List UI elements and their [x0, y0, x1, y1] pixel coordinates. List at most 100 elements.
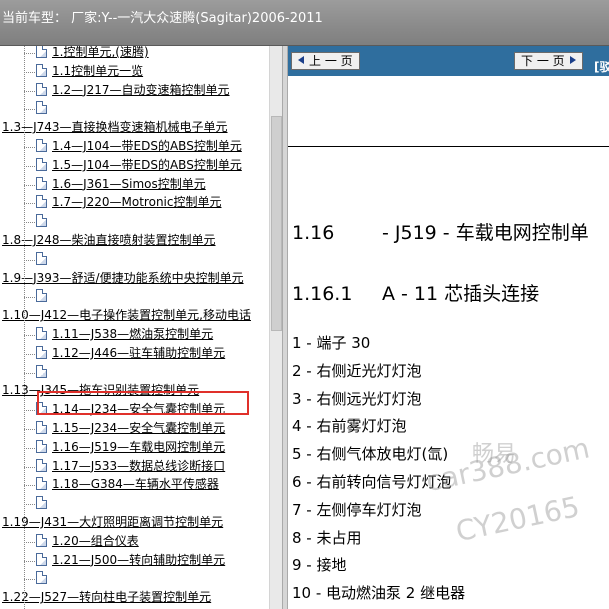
tree-item-label: 1.20—组合仪表 [52, 533, 139, 548]
tree-folder-label: 1.10—J412—电子操作装置控制单元,移动电话 [2, 308, 251, 323]
tree-item[interactable]: 1.12—J446—驻车辅助控制单元 [36, 344, 225, 363]
tree-guide-line [24, 372, 35, 374]
tree-item[interactable]: 1.7—J220—Motronic控制单元 [36, 193, 221, 212]
subsection-heading: 1.16.1 A - 11 芯插头连接 [292, 279, 539, 306]
vehicle-title: 当前车型： 厂家:Y--一汽大众速腾(Sagitar)2006-2011 [2, 11, 323, 26]
tree-scrollbar[interactable] [269, 46, 282, 609]
tree-item[interactable] [36, 363, 52, 382]
pin-item: 2 - 右侧近光灯灯泡 [292, 361, 422, 380]
tree-folder-label: 1.9—J393—舒适/便捷功能系统中央控制单元 [2, 270, 244, 285]
next-page-button[interactable]: 下 一 页 [514, 52, 583, 70]
tree-folder[interactable]: 1.10—J412—电子操作装置控制单元,移动电话 [2, 306, 251, 325]
tree-item[interactable]: 1.21—J500—转向辅助控制单元 [36, 551, 225, 570]
pin-item: 1 - 端子 30 [292, 334, 371, 352]
tree-item-label: 1.7—J220—Motronic控制单元 [52, 195, 222, 210]
document-icon [36, 157, 47, 171]
document-icon [36, 63, 47, 77]
pin-item: 10 - 电动燃油泵 2 继电器 [292, 584, 466, 603]
tree-folder[interactable]: 1.3—J743—直接换档变速箱机械电子单元 [2, 118, 228, 137]
document-icon [36, 289, 47, 303]
document-icon [36, 496, 47, 510]
tree-guide-line [24, 184, 35, 186]
arrow-right-icon [569, 56, 576, 64]
nav-extra-link[interactable]: [驳 [594, 58, 609, 75]
tree-item[interactable]: 1.1控制单元一览 [36, 62, 143, 81]
tree-guide-line [24, 504, 35, 506]
document-icon [36, 251, 47, 265]
document-icon [36, 195, 47, 209]
tree-item[interactable] [36, 212, 52, 231]
tree-guide-line [24, 53, 35, 54]
tree-guide-line [24, 429, 35, 430]
document-icon [36, 101, 47, 115]
section-divider [288, 146, 609, 147]
tree-item-label: 1.17—J533—数据总线诊断接口 [52, 458, 226, 473]
tree-item[interactable]: 1.4—J104—带EDS的ABS控制单元 [36, 137, 242, 156]
document-panel: 上 一 页 下 一 页 [驳 1.16 - J519 - 车载电网控制单 1.16… [288, 46, 609, 609]
section-number: 1.16 [292, 222, 335, 244]
prev-page-button[interactable]: 上 一 页 [291, 52, 360, 70]
tree-guide-line [24, 259, 35, 261]
tree-guide-line [24, 203, 35, 205]
document-icon [36, 345, 47, 359]
tree-item[interactable]: 1.6—J361—Simos控制单元 [36, 175, 206, 194]
tree-folder[interactable]: 1.9—J393—舒适/便捷功能系统中央控制单元 [2, 269, 244, 288]
document-icon [36, 176, 47, 190]
tree-folder[interactable]: 1.19—J431—大灯照明距离调节控制单元 [2, 513, 223, 532]
tree-panel[interactable]: 1.控制单元,(速腾) 1.1控制单元一览 1.2—J217—自动变速箱控制单元 1.… [0, 46, 282, 609]
tree-guide-line [24, 466, 35, 468]
tree-guide-line [24, 46, 25, 609]
tree-guide-line [24, 447, 35, 449]
document-icon [36, 552, 47, 566]
tree-item[interactable] [36, 250, 52, 269]
tree-item[interactable]: 1.20—组合仪表 [36, 532, 139, 551]
tree-guide-line [24, 579, 35, 581]
tree-folder-label: 1.8—J248—柴油直接喷射装置控制单元 [2, 233, 216, 247]
tree-item[interactable]: 1.控制单元,(速腾) [36, 46, 149, 62]
tree-guide-line [24, 353, 35, 355]
document-icon [36, 571, 47, 585]
document-icon [36, 46, 47, 58]
scrollbar-thumb[interactable] [271, 116, 282, 331]
next-page-label: 下 一 页 [521, 54, 565, 68]
tree-item[interactable]: 1.2—J217—自动变速箱控制单元 [36, 81, 230, 100]
document-icon [36, 139, 47, 152]
tree-item[interactable]: 1.17—J533—数据总线诊断接口 [36, 457, 225, 476]
subsection-number: 1.16.1 [292, 283, 353, 305]
tree-item[interactable] [36, 494, 52, 513]
pin-item: 7 - 左侧停车灯灯泡 [292, 500, 422, 519]
tree-item-label: 1.1控制单元一览 [52, 63, 144, 78]
tree-guide-line [24, 297, 35, 299]
tree-item-label: 1.4—J104—带EDS的ABS控制单元 [52, 139, 242, 153]
document-icon [36, 421, 47, 434]
subsection-title: A - 11 芯插头连接 [382, 283, 540, 305]
tree-item[interactable]: 1.5—J104—带EDS的ABS控制单元 [36, 156, 242, 175]
tree-guide-line [24, 560, 35, 562]
tree-item[interactable]: 1.15—J234—安全气囊控制单元 [36, 419, 225, 438]
tree-item-label: 1.21—J500—转向辅助控制单元 [52, 552, 226, 567]
tree-guide-line [24, 71, 35, 73]
tree-item-label: 1.12—J446—驻车辅助控制单元 [52, 345, 226, 360]
tree-item[interactable] [36, 569, 52, 588]
tree-item[interactable] [36, 99, 52, 118]
tree-item[interactable] [36, 287, 52, 306]
tree-guide-line [24, 485, 35, 487]
tree-item-label: 1.5—J104—带EDS的ABS控制单元 [52, 157, 242, 172]
tree-guide-line [24, 165, 35, 167]
section-title: - J519 - 车载电网控制单 [382, 222, 589, 244]
tree-item[interactable]: 1.16—J519—车载电网控制单元 [36, 438, 225, 457]
document-icon [36, 533, 47, 547]
selected-item-highlight [37, 391, 249, 415]
tree-folder[interactable]: 1.8—J248—柴油直接喷射装置控制单元 [2, 231, 216, 250]
document-icon [36, 477, 47, 491]
tree-item[interactable]: 1.18—G384—车辆水平传感器 [36, 475, 219, 494]
tree-item-label: 1.6—J361—Simos控制单元 [52, 176, 206, 191]
pin-item: 9 - 接地 [292, 556, 347, 575]
tree-folder[interactable]: 1.22—J527—转向柱电子装置控制单元 [2, 588, 211, 607]
tree-guide-line [24, 541, 35, 543]
watermark-code: CY20165 [453, 489, 583, 549]
tree-item-label: 1.控制单元,(速腾) [52, 46, 149, 59]
document-icon [36, 82, 47, 96]
document-icon [36, 327, 47, 340]
tree-item[interactable]: 1.11—J538—燃油泵控制单元 [36, 325, 213, 344]
